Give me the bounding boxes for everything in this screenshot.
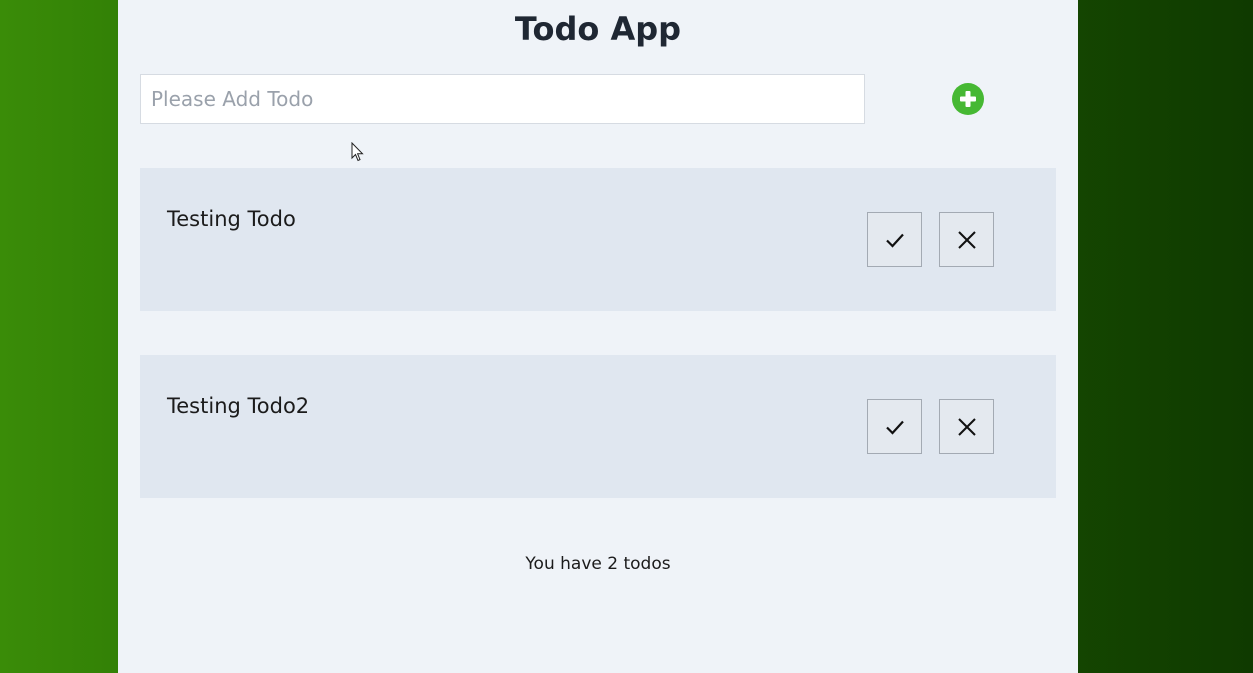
todo-item: Testing Todo — [140, 168, 1056, 311]
todo-input[interactable] — [140, 74, 865, 124]
todo-text: Testing Todo — [167, 207, 296, 231]
complete-todo-button[interactable] — [867, 212, 922, 267]
complete-todo-button[interactable] — [867, 399, 922, 454]
check-icon — [885, 233, 904, 248]
check-icon — [885, 420, 904, 435]
delete-todo-button[interactable] — [939, 399, 994, 454]
close-icon — [957, 417, 976, 436]
mouse-cursor-icon — [351, 142, 364, 162]
todo-item: Testing Todo2 — [140, 355, 1056, 498]
close-icon — [957, 230, 976, 249]
add-todo-form — [140, 74, 1056, 124]
page-title: Todo App — [514, 10, 682, 48]
todo-text: Testing Todo2 — [167, 394, 310, 418]
add-todo-button[interactable] — [952, 83, 984, 115]
plus-circle-icon — [960, 91, 976, 107]
delete-todo-button[interactable] — [939, 212, 994, 267]
todo-count: You have 2 todos — [525, 554, 671, 574]
todo-app-panel: Todo App Testing Todo Testing Todo2 — [118, 0, 1078, 673]
